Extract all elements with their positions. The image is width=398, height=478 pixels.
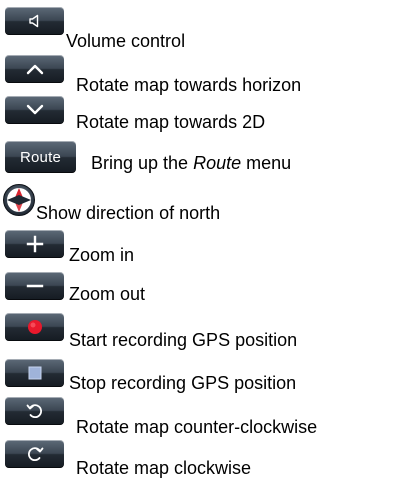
legend-row-route: Route Bring up the Route menu — [0, 140, 398, 173]
rotate-cw-icon — [26, 445, 44, 463]
rotate-ccw-icon — [26, 402, 44, 420]
legend-label: Rotate map towards 2D — [76, 112, 266, 132]
route-button-label: Route — [19, 148, 62, 166]
legend-row-stop: Stop recording GPS position — [0, 359, 398, 393]
legend-label: Show direction of north — [36, 203, 221, 223]
legend-label: Zoom out — [69, 284, 146, 304]
legend-label: Volume control — [66, 31, 186, 51]
rotate-horizon-button[interactable] — [5, 55, 64, 83]
legend-row-horizon: Rotate map towards horizon — [0, 55, 398, 95]
stop-icon — [28, 366, 42, 380]
legend-label-after: menu — [241, 153, 292, 173]
record-button[interactable] — [5, 313, 64, 341]
chevron-down-icon — [25, 103, 45, 117]
rotate-ccw-button[interactable] — [5, 397, 64, 425]
legend-row-cw: Rotate map clockwise — [0, 440, 398, 478]
legend-row-2d: Rotate map towards 2D — [0, 96, 398, 132]
legend-label: Rotate map towards horizon — [76, 75, 302, 95]
legend-list: Volume control Rotate map towards horizo… — [0, 0, 398, 478]
legend-label: Zoom in — [69, 245, 135, 265]
rotate-2d-button[interactable] — [5, 96, 64, 124]
zoom-in-button[interactable] — [5, 230, 64, 258]
legend-row-record: Start recording GPS position — [0, 313, 398, 350]
volume-icon — [28, 14, 42, 28]
legend-label: Rotate map counter-clockwise — [76, 417, 318, 437]
plus-icon — [26, 235, 44, 253]
rotate-cw-button[interactable] — [5, 440, 64, 468]
stop-button[interactable] — [5, 359, 64, 387]
legend-label: Stop recording GPS position — [69, 373, 297, 393]
chevron-up-icon — [25, 62, 45, 76]
record-icon — [27, 319, 43, 335]
legend-row-zoom-out: Zoom out — [0, 272, 398, 304]
legend-label: Bring up the Route menu — [91, 153, 291, 173]
volume-button[interactable] — [5, 7, 64, 35]
legend-label: Start recording GPS position — [69, 330, 298, 350]
legend-row-volume: Volume control — [0, 7, 398, 51]
legend-label-emph: Route — [193, 153, 242, 173]
route-button[interactable]: Route — [5, 141, 76, 173]
legend-row-zoom-in: Zoom in — [0, 230, 398, 265]
legend-row-ccw: Rotate map counter-clockwise — [0, 397, 398, 437]
zoom-out-button[interactable] — [5, 272, 64, 300]
minus-icon — [26, 277, 44, 295]
compass-icon[interactable] — [2, 183, 36, 217]
legend-label-before: Bring up the — [91, 153, 194, 173]
legend-row-north: Show direction of north — [0, 183, 398, 223]
legend-label: Rotate map clockwise — [76, 458, 252, 478]
